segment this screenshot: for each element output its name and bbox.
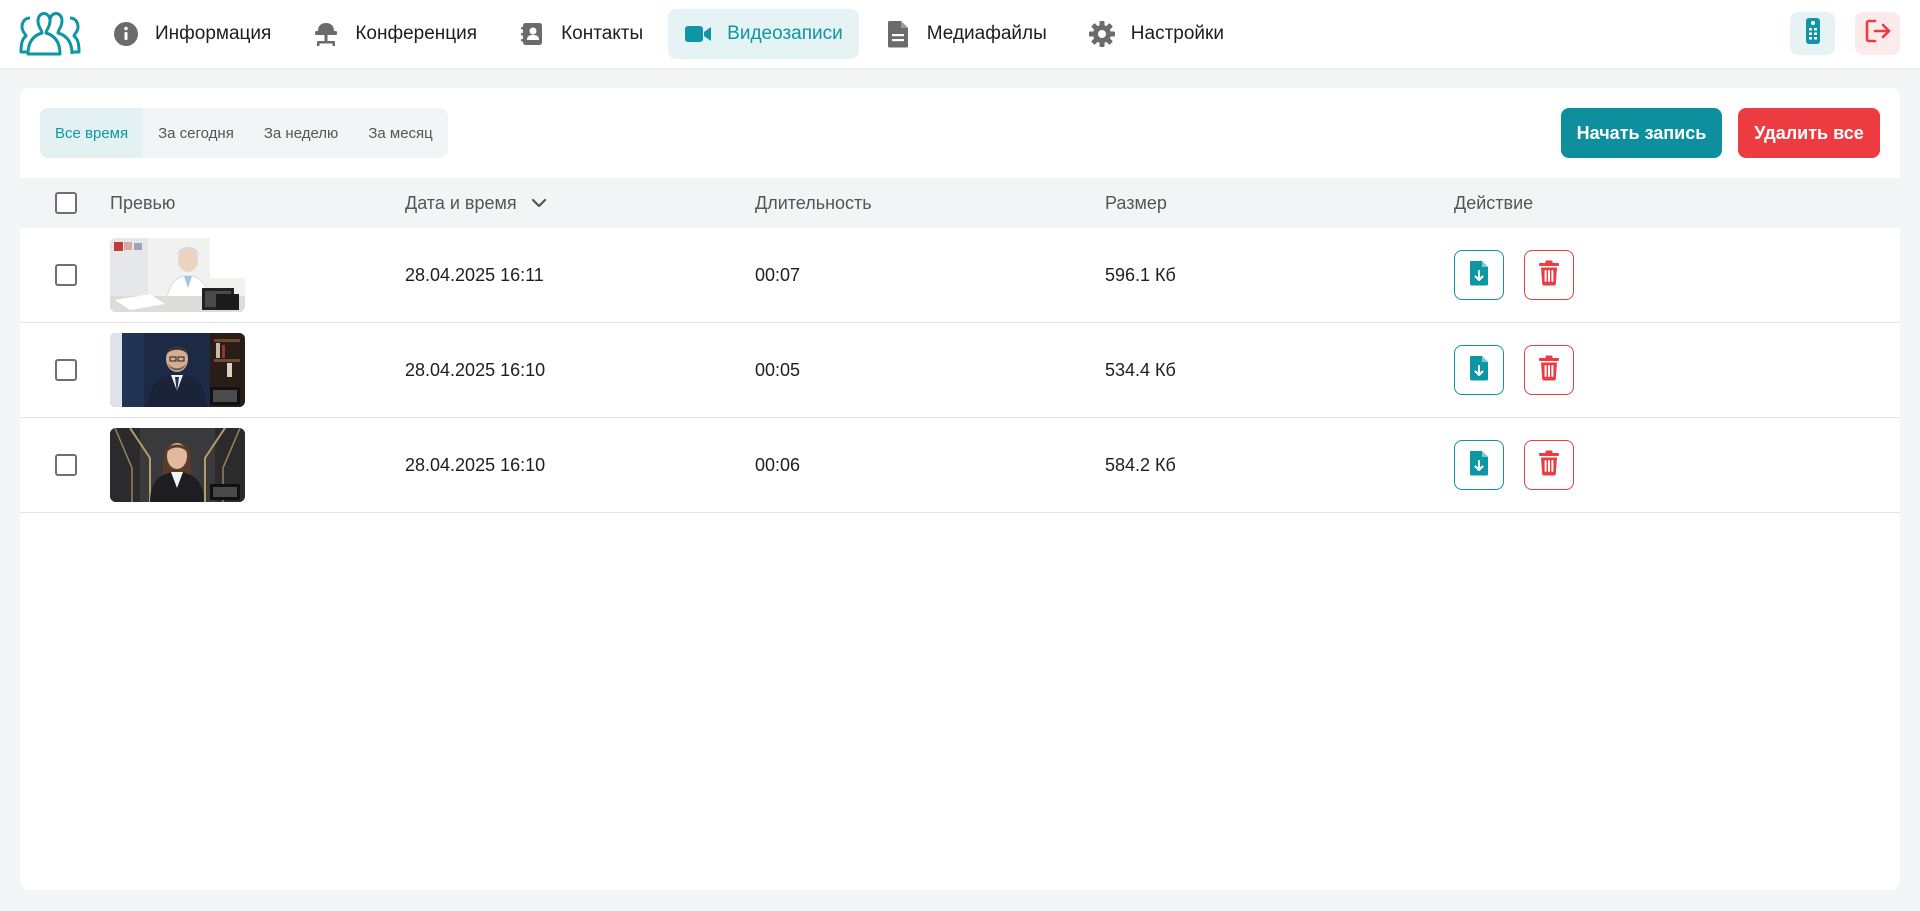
man-in-suit-thumbnail[interactable]	[110, 333, 245, 407]
download-button[interactable]	[1454, 250, 1504, 300]
datetime-cell: 28.04.2025 16:10	[405, 455, 546, 475]
nav-item-label: Контакты	[561, 23, 644, 44]
datetime-cell: 28.04.2025 16:10	[405, 360, 546, 380]
logout-icon	[1864, 18, 1892, 49]
table-header: Превью Дата и время Длительность Размер …	[20, 178, 1900, 228]
nav-item-settings[interactable]: Настройки	[1072, 9, 1240, 59]
filter-tab-today[interactable]: За сегодня	[143, 108, 249, 158]
app-logo[interactable]	[19, 8, 81, 60]
video-icon	[684, 20, 712, 48]
table-row: 28.04.2025 16:10 00:05 534.4 Кб	[20, 323, 1900, 418]
column-header-duration: Длительность	[755, 192, 872, 213]
trash-icon	[1538, 260, 1560, 291]
delete-button[interactable]	[1524, 345, 1574, 395]
table-row: 28.04.2025 16:11 00:07 596.1 Кб	[20, 228, 1900, 323]
download-button[interactable]	[1454, 440, 1504, 490]
duration-cell: 00:07	[755, 265, 801, 285]
file-icon	[884, 20, 912, 48]
main-nav: Информация Конференция Контакты Видеозап…	[96, 9, 1249, 59]
info-icon	[112, 20, 140, 48]
woman-doctor-office-thumbnail[interactable]	[110, 238, 245, 312]
nav-item-video-recordings[interactable]: Видеозаписи	[668, 9, 859, 59]
nav-item-label: Видеозаписи	[727, 23, 843, 44]
filter-tab-week[interactable]: За неделю	[249, 108, 353, 158]
contacts-icon	[518, 20, 546, 48]
remote-control-icon	[1805, 17, 1821, 50]
nav-item-information[interactable]: Информация	[96, 9, 287, 59]
download-button[interactable]	[1454, 345, 1504, 395]
woman-presenter-thumbnail[interactable]	[110, 428, 245, 502]
delete-button[interactable]	[1524, 250, 1574, 300]
size-cell: 596.1 Кб	[1105, 265, 1176, 285]
column-header-size: Размер	[1105, 192, 1167, 213]
gear-icon	[1088, 20, 1116, 48]
filter-tab-month[interactable]: За месяц	[353, 108, 447, 158]
nav-item-contacts[interactable]: Контакты	[502, 9, 659, 59]
trash-icon	[1538, 355, 1560, 386]
size-cell: 584.2 Кб	[1105, 455, 1176, 475]
download-file-icon	[1469, 355, 1489, 386]
column-header-label: Дата и время	[405, 192, 517, 213]
column-header-datetime[interactable]: Дата и время	[405, 178, 547, 228]
chevron-down-icon[interactable]	[531, 198, 547, 208]
start-recording-button[interactable]: Начать запись	[1561, 108, 1722, 158]
duration-cell: 00:06	[755, 455, 801, 475]
column-header-action: Действие	[1454, 192, 1534, 213]
recordings-panel: Все время За сегодня За неделю За месяц …	[20, 88, 1900, 890]
nav-item-media-files[interactable]: Медиафайлы	[868, 9, 1063, 59]
nav-item-conference[interactable]: Конференция	[296, 9, 493, 59]
conference-icon	[312, 20, 340, 48]
row-checkbox[interactable]	[55, 264, 77, 286]
period-filter-tabs: Все время За сегодня За неделю За месяц	[40, 108, 448, 158]
size-cell: 534.4 Кб	[1105, 360, 1176, 380]
download-file-icon	[1469, 450, 1489, 481]
nav-item-label: Информация	[155, 23, 272, 44]
select-all-checkbox[interactable]	[55, 192, 77, 214]
remote-control-button[interactable]	[1790, 12, 1835, 55]
nav-item-label: Настройки	[1130, 23, 1224, 44]
nav-item-label: Медиафайлы	[926, 23, 1047, 44]
nav-item-label: Конференция	[355, 23, 478, 44]
delete-all-button[interactable]: Удалить все	[1738, 108, 1880, 158]
column-header-preview: Превью	[110, 192, 176, 213]
row-checkbox[interactable]	[55, 454, 77, 476]
delete-button[interactable]	[1524, 440, 1574, 490]
trash-icon	[1538, 450, 1560, 481]
logout-button[interactable]	[1855, 12, 1900, 55]
filter-tab-all-time[interactable]: Все время	[40, 108, 144, 158]
duration-cell: 00:05	[755, 360, 801, 380]
row-checkbox[interactable]	[55, 359, 77, 381]
datetime-cell: 28.04.2025 16:11	[405, 265, 544, 285]
table-row: 28.04.2025 16:10 00:06 584.2 Кб	[20, 418, 1900, 513]
download-file-icon	[1469, 260, 1489, 291]
top-navigation-bar: Информация Конференция Контакты Видеозап…	[0, 0, 1920, 68]
